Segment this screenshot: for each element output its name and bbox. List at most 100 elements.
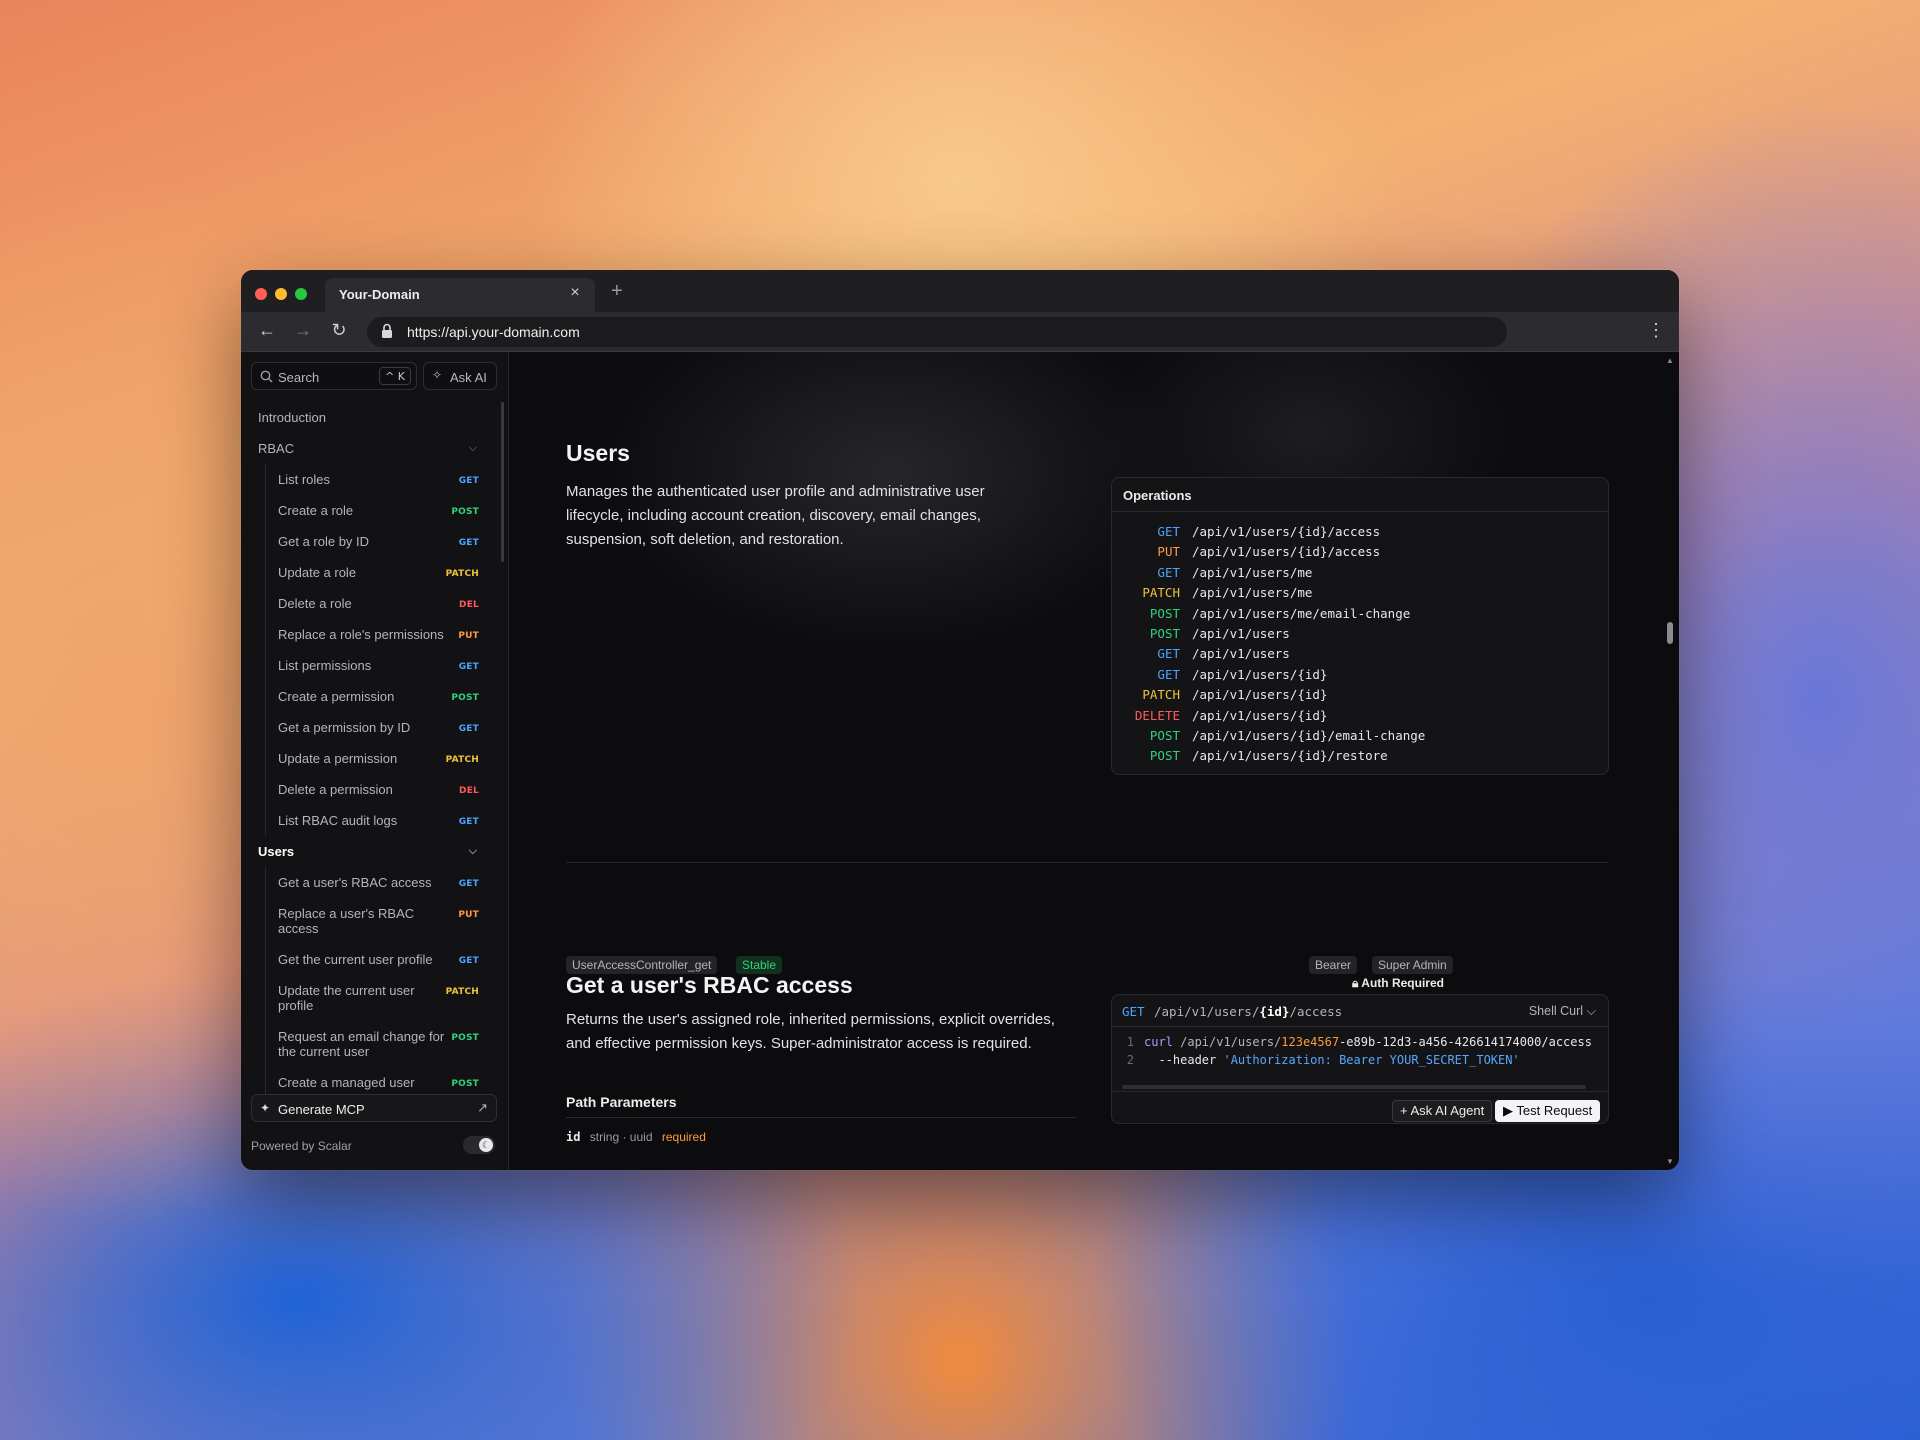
sidebar-item-create-permission[interactable]: Create a permission POST [266, 681, 501, 712]
address-bar[interactable]: https://api.your-domain.com [367, 317, 1507, 347]
minimize-window-button[interactable] [275, 288, 287, 300]
op-path: /api/v1/users/{id}/access [1192, 544, 1381, 560]
sidebar-item-list-permissions[interactable]: List permissions GET [266, 650, 501, 681]
code-token: 123e4567 [1281, 1035, 1340, 1049]
method-badge: GET [458, 662, 479, 672]
auth-required-label: 🔒︎ Auth Required [1352, 976, 1444, 991]
section-title: Users [566, 440, 630, 466]
op-method: DELETE [1134, 707, 1180, 723]
chevron-down-icon: ⌵ [468, 442, 477, 454]
search-input[interactable]: Search ^ K [251, 362, 417, 390]
scroll-down-icon[interactable]: ▼ [1666, 1157, 1674, 1166]
endpoint-description: Returns the user's assigned role, inheri… [566, 1011, 1055, 1052]
sidebar-item-label: Create a role [278, 503, 354, 518]
sidebar-item-update-permission[interactable]: Update a permission PATCH [266, 743, 501, 774]
method-badge: POST [451, 1079, 479, 1089]
close-tab-icon[interactable]: × [565, 284, 585, 302]
operation-row[interactable]: POST/api/v1/users/{id}/restore [1112, 746, 1608, 766]
ask-ai-button[interactable]: ✧ Ask AI [423, 362, 497, 390]
op-path: /api/v1/users/me [1192, 585, 1313, 601]
sidebar-section-label: RBAC [258, 441, 295, 456]
sidebar-scrollbar[interactable] [501, 402, 504, 562]
op-method: PUT [1157, 544, 1180, 560]
param-name: id [566, 1130, 581, 1144]
sidebar-item-delete-role[interactable]: Delete a role DEL [266, 588, 501, 619]
test-request-button[interactable]: ▶ Test Request [1495, 1100, 1601, 1122]
mcp-icon: ✦ [260, 1101, 271, 1115]
op-method: GET [1157, 524, 1180, 539]
method-badge: POST [451, 693, 479, 703]
auth-bearer-badge: Bearer [1309, 956, 1358, 974]
sidebar-item-get-permission[interactable]: Get a permission by ID GET [266, 712, 501, 743]
scroll-up-icon[interactable]: ▲ [1666, 356, 1674, 365]
sidebar-item-create-role[interactable]: Create a role POST [266, 495, 501, 526]
code-path-param: {id} [1259, 1004, 1290, 1019]
dark-mode-toggle[interactable]: ☾ [463, 1136, 495, 1154]
sidebar-item-delete-permission[interactable]: Delete a permission DEL [266, 774, 501, 805]
op-method: POST [1149, 748, 1180, 764]
sidebar-item-request-email-change[interactable]: Request an email change for the current … [266, 1021, 501, 1067]
scrollbar-thumb[interactable] [1667, 622, 1673, 644]
code-line: 2 --header 'Authorization: Bearer YOUR_S… [1112, 1051, 1608, 1069]
operation-row[interactable]: GET/api/v1/users/me [1112, 563, 1608, 583]
op-path: /api/v1/users/{id} [1192, 707, 1328, 723]
language-select[interactable]: Shell Curl ⌵ [1529, 1004, 1596, 1019]
path-parameters-divider [566, 1117, 1076, 1118]
sidebar-section-label: Users [258, 844, 295, 859]
method-badge: PATCH [445, 755, 479, 765]
main-content: Users Manages the authenticated user pro… [510, 352, 1661, 1170]
operation-row[interactable]: POST/api/v1/users/{id}/email-change [1112, 726, 1608, 746]
browser-tab[interactable]: Your-Domain × [325, 278, 595, 312]
operation-row[interactable]: POST/api/v1/users [1112, 624, 1608, 644]
operation-row[interactable]: PATCH/api/v1/users/{id} [1112, 685, 1608, 705]
code-horizontal-scrollbar[interactable] [1122, 1085, 1586, 1089]
sidebar-item-introduction[interactable]: Introduction [241, 402, 501, 433]
back-arrow-icon[interactable]: ← [255, 320, 279, 341]
operation-row[interactable]: PUT/api/v1/users/{id}/access [1112, 542, 1608, 562]
main-scrollbar[interactable]: ▲ ▼ [1661, 352, 1679, 1170]
search-shortcut: ^ K [379, 367, 411, 385]
browser-menu-icon[interactable]: ⋮ [1647, 320, 1665, 341]
method-badge: PUT [458, 910, 479, 920]
method-badge: GET [458, 817, 479, 827]
code-token: --header [1144, 1053, 1224, 1067]
operation-row[interactable]: GET/api/v1/users/{id} [1112, 665, 1608, 685]
op-path: /api/v1/users/me/email-change [1192, 605, 1411, 621]
method-badge: GET [458, 879, 479, 889]
close-window-button[interactable] [255, 288, 267, 300]
ask-ai-agent-button[interactable]: + Ask AI Agent [1392, 1100, 1493, 1122]
param-type: string · uuid [589, 1130, 653, 1144]
method-badge: POST [451, 507, 479, 517]
new-tab-icon[interactable]: + [611, 280, 623, 303]
sidebar-item-rbac-audit-logs[interactable]: List RBAC audit logs GET [266, 805, 501, 836]
tab-bar: Your-Domain × + [241, 270, 1679, 312]
forward-arrow-icon[interactable]: → [291, 320, 315, 341]
powered-by-text: Powered by Scalar [251, 1139, 352, 1153]
sidebar-section-rbac[interactable]: RBAC ⌵ [241, 433, 501, 464]
test-request-label: Test Request [1516, 1103, 1593, 1118]
op-path: /api/v1/users/{id} [1192, 666, 1328, 682]
sidebar-item-update-role[interactable]: Update a role PATCH [266, 557, 501, 588]
operation-row[interactable]: POST/api/v1/users/me/email-change [1112, 604, 1608, 624]
sidebar-section-users[interactable]: Users ⌵ [241, 836, 501, 867]
operation-row[interactable]: DELETE/api/v1/users/{id} [1112, 706, 1608, 726]
operation-row[interactable]: GET/api/v1/users [1112, 644, 1608, 664]
reload-icon[interactable]: ↻ [327, 320, 351, 341]
sidebar-item-replace-user-rbac-access[interactable]: Replace a user's RBAC access PUT [266, 898, 501, 944]
sidebar-item-update-current-user[interactable]: Update the current user profile PATCH [266, 975, 501, 1021]
sidebar-item-get-role[interactable]: Get a role by ID GET [266, 526, 501, 557]
sidebar-item-replace-role-permissions[interactable]: Replace a role's permissions PUT [266, 619, 501, 650]
sidebar-item-label: Get a permission by ID [278, 720, 411, 735]
sidebar-item-get-current-user[interactable]: Get the current user profile GET [266, 944, 501, 975]
users-group: Get a user's RBAC access GET Replace a us… [265, 867, 501, 1098]
op-method: GET [1157, 564, 1180, 580]
plus-icon: + [1400, 1103, 1411, 1118]
op-path: /api/v1/users/{id} [1192, 687, 1328, 703]
operation-row[interactable]: PATCH/api/v1/users/me [1112, 583, 1608, 603]
operation-row[interactable]: GET/api/v1/users/{id}/access [1112, 522, 1608, 542]
sidebar-item-list-roles[interactable]: List roles GET [266, 464, 501, 495]
generate-mcp-button[interactable]: ✦ Generate MCP ↗ [251, 1094, 497, 1122]
maximize-window-button[interactable] [295, 288, 307, 300]
endpoint-title: Get a user's RBAC access [566, 972, 853, 998]
sidebar-item-get-user-rbac-access[interactable]: Get a user's RBAC access GET [266, 867, 501, 898]
